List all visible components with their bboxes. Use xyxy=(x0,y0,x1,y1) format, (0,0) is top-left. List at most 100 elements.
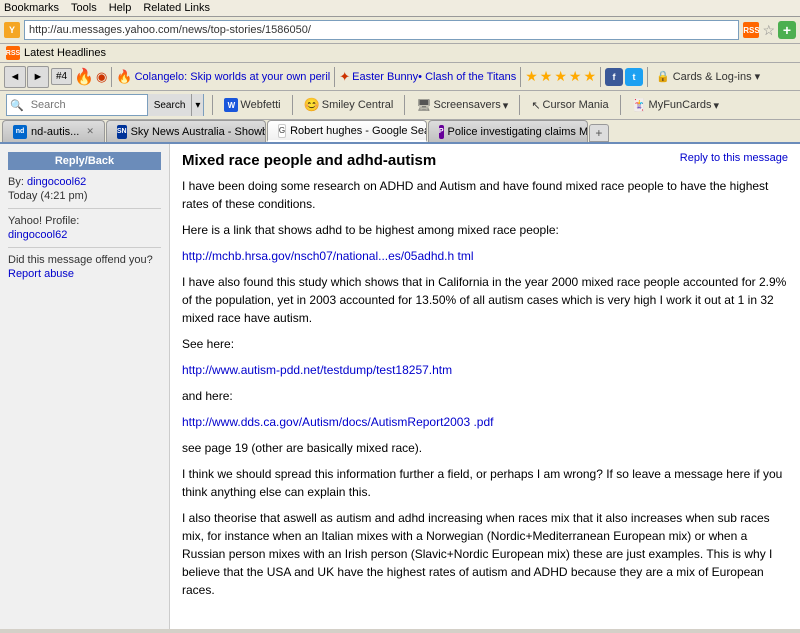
twitter-icon[interactable]: t xyxy=(625,68,643,86)
latest-headlines-label[interactable]: Latest Headlines xyxy=(24,47,106,59)
smiley-icon: 😊 xyxy=(304,97,320,113)
menu-bookmarks[interactable]: Bookmarks xyxy=(4,2,59,14)
report-abuse-link[interactable]: Report abuse xyxy=(8,268,74,280)
cursor-mania-link[interactable]: ↖ Cursor Mania xyxy=(528,97,611,114)
cards-icon: 🃏 xyxy=(632,98,647,112)
easter-bunny-link[interactable]: Easter Bunny• Clash of the Titans xyxy=(352,71,516,83)
latest-headlines-bar: RSS Latest Headlines xyxy=(0,44,800,63)
star1: ★ xyxy=(525,68,538,85)
tab-adhd[interactable]: nd nd-autis... ✕ xyxy=(2,120,105,142)
rss-icon: RSS xyxy=(743,22,759,38)
separator-5 xyxy=(647,67,648,87)
yahoo-icon: Y xyxy=(4,22,20,38)
screensavers-link[interactable]: 🖥 Screensavers ▾ xyxy=(413,96,511,114)
tab-sky-label: Sky News Australia - Showbiz Article xyxy=(131,126,266,138)
search-dropdown-button[interactable]: ▾ xyxy=(191,94,203,116)
separator-1 xyxy=(111,67,112,87)
para-5: http://www.autism-pdd.net/testdump/test1… xyxy=(182,361,788,379)
para-1: Here is a link that shows adhd to be hig… xyxy=(182,221,788,239)
search-magnifier-icon: 🔍 xyxy=(7,99,27,112)
address-bar-row: Y RSS ☆ + xyxy=(0,17,800,44)
para-4: See here: xyxy=(182,335,788,353)
message-title: Mixed race people and adhd-autism xyxy=(182,152,436,169)
cards-dropdown-icon: ▾ xyxy=(755,70,761,83)
search-sep-1 xyxy=(212,95,213,115)
para-7: http://www.dds.ca.gov/Autism/docs/Autism… xyxy=(182,413,788,431)
stars-row: ★ ★ ★ ★ ★ xyxy=(525,68,596,85)
cards-label: MyFunCards xyxy=(649,99,712,111)
tab-google[interactable]: G Robert hughes - Google Search ✕ xyxy=(267,120,427,142)
cursor-icon: ↖ xyxy=(531,99,540,112)
search-sep-5 xyxy=(620,95,621,115)
author-link[interactable]: dingocool62 xyxy=(27,176,86,188)
tab-adhd-label: nd-autis... xyxy=(31,126,79,138)
tab-police[interactable]: P Police investigating claims Max Mar...… xyxy=(428,120,588,142)
smiley-central-link[interactable]: 😊 Smiley Central xyxy=(301,95,397,115)
separator-4 xyxy=(600,67,601,87)
search-input[interactable] xyxy=(27,97,147,113)
tab-police-label: Police investigating claims Max Mar... xyxy=(448,126,588,138)
search-toolbar: 🔍 Search ▾ W Webfetti 😊 Smiley Central 🖥… xyxy=(0,91,800,120)
cards-link-dropdown-icon: ▾ xyxy=(714,99,720,112)
fire-icon-2: 🔥 xyxy=(116,69,132,85)
para-8: see page 19 (other are basically mixed r… xyxy=(182,439,788,457)
search-button[interactable]: Search xyxy=(147,94,192,116)
cards-login-btn[interactable]: 🔒 Cards & Log-ins ▾ xyxy=(652,68,764,85)
link-1[interactable]: http://mchb.hrsa.gov/nsch07/national...e… xyxy=(182,249,474,263)
tab-icon-google: G xyxy=(278,124,286,138)
offend-text: Did this message offend you? xyxy=(8,254,161,266)
menu-bar: Bookmarks Tools Help Related Links xyxy=(0,0,800,17)
star4: ★ xyxy=(569,68,582,85)
para-3: I have also found this study which shows… xyxy=(182,273,788,327)
link-2[interactable]: http://www.autism-pdd.net/testdump/test1… xyxy=(182,363,452,377)
smiley-label: Smiley Central xyxy=(322,99,394,111)
colangelo-link[interactable]: Colangelo: Skip worlds at your own peril xyxy=(135,71,331,83)
message-body: I have been doing some research on ADHD … xyxy=(182,177,788,599)
tab-sky[interactable]: SN Sky News Australia - Showbiz Article … xyxy=(106,120,266,142)
search-sep-4 xyxy=(519,95,520,115)
menu-help[interactable]: Help xyxy=(109,2,132,14)
cards-login-label: Cards & Log-ins xyxy=(673,71,752,83)
profile-name-link[interactable]: dingocool62 xyxy=(8,229,67,241)
lock-icon: 🔒 xyxy=(656,70,670,83)
fire-icon-1[interactable]: 🔥 xyxy=(74,67,94,87)
message-header: Mixed race people and adhd-autism Reply … xyxy=(182,152,788,169)
star-icon[interactable]: ☆ xyxy=(762,22,775,39)
star-red-icon: ✦ xyxy=(339,69,350,85)
myfuncards-link[interactable]: 🃏 MyFunCards ▾ xyxy=(629,96,722,114)
reply-link[interactable]: Reply to this message xyxy=(680,152,788,164)
nav-arrows: ◄ ► xyxy=(4,66,49,88)
rss-small-icon: RSS xyxy=(6,46,20,60)
screensavers-icon: 🖥 xyxy=(416,98,431,112)
webfetti-link[interactable]: W Webfetti xyxy=(221,96,283,114)
forward-button[interactable]: ► xyxy=(27,66,49,88)
webfetti-label: Webfetti xyxy=(240,99,280,111)
green-plus-icon[interactable]: + xyxy=(778,21,796,39)
nav-toolbar: ◄ ► #4 🔥 ◉ 🔥 Colangelo: Skip worlds at y… xyxy=(0,63,800,91)
menu-related-links[interactable]: Related Links xyxy=(143,2,210,14)
divider-1 xyxy=(8,208,161,209)
screensavers-label: Screensavers xyxy=(434,99,501,111)
cursor-label: Cursor Mania xyxy=(543,99,609,111)
link-3[interactable]: http://www.dds.ca.gov/Autism/docs/Autism… xyxy=(182,415,493,429)
right-panel: Mixed race people and adhd-autism Reply … xyxy=(170,144,800,629)
tab-icon-police: P xyxy=(439,125,444,139)
new-tab-button[interactable]: + xyxy=(589,124,609,142)
tabs-row: nd nd-autis... ✕ SN Sky News Australia -… xyxy=(0,120,800,144)
divider-2 xyxy=(8,247,161,248)
address-input[interactable] xyxy=(24,20,739,40)
circle-icon[interactable]: ◉ xyxy=(96,69,107,85)
by-text: By: xyxy=(8,176,24,188)
separator-3 xyxy=(520,67,521,87)
hash-button[interactable]: #4 xyxy=(51,68,72,85)
tab-adhd-close[interactable]: ✕ xyxy=(86,126,94,137)
para-6: and here: xyxy=(182,387,788,405)
menu-tools[interactable]: Tools xyxy=(71,2,97,14)
profile-link: dingocool62 xyxy=(8,229,161,241)
webfetti-icon: W xyxy=(224,98,238,112)
back-button[interactable]: ◄ xyxy=(4,66,26,88)
star5: ★ xyxy=(583,68,596,85)
facebook-icon[interactable]: f xyxy=(605,68,623,86)
search-sep-3 xyxy=(404,95,405,115)
tab-icon-adhd: nd xyxy=(13,125,27,139)
